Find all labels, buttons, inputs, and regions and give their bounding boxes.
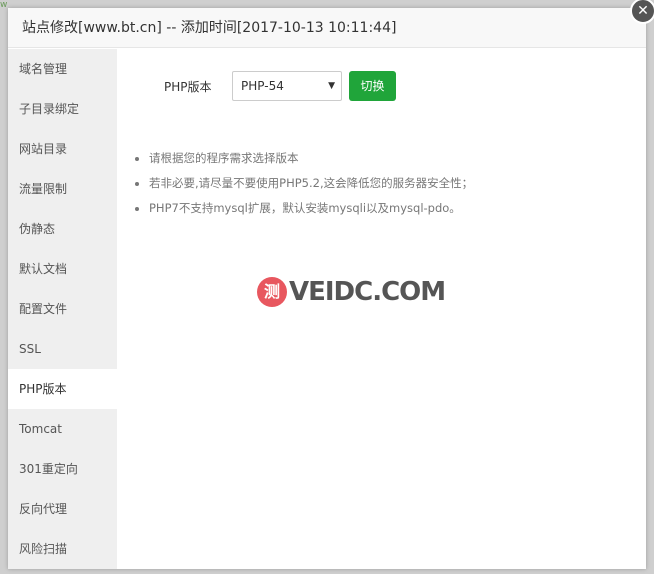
sidebar-item-domain-management[interactable]: 域名管理	[8, 49, 117, 89]
caret-down-icon: ▼	[328, 81, 335, 91]
sidebar-item-301-redirect[interactable]: 301重定向	[8, 449, 117, 489]
sidebar-item-tomcat[interactable]: Tomcat	[8, 409, 117, 449]
php-version-row: PHP版本 PHP-54 ▼ 切换	[164, 70, 396, 102]
sidebar-item-default-document[interactable]: 默认文档	[8, 249, 117, 289]
tip-item: 请根据您的程序需求选择版本	[149, 146, 473, 171]
sidebar-item-traffic-limit[interactable]: 流量限制	[8, 169, 117, 209]
dialog-title: 站点修改[www.bt.cn] -- 添加时间[2017-10-13 10:11…	[8, 8, 646, 48]
close-icon[interactable]: ✕	[630, 0, 654, 24]
php-version-label: PHP版本	[164, 79, 212, 94]
site-edit-dialog: 站点修改[www.bt.cn] -- 添加时间[2017-10-13 10:11…	[8, 8, 646, 569]
sidebar-item-php-version[interactable]: PHP版本	[8, 369, 117, 409]
watermark-badge: 测	[257, 277, 287, 307]
php-version-select[interactable]: PHP-54 ▼	[232, 71, 342, 101]
sidebar-item-ssl[interactable]: SSL	[8, 329, 117, 369]
tip-item: PHP7不支持mysql扩展，默认安装mysqli以及mysql-pdo。	[149, 196, 473, 221]
tips-list: 请根据您的程序需求选择版本 若非必要,请尽量不要使用PHP5.2,这会降低您的服…	[133, 146, 473, 221]
sidebar-item-rewrite[interactable]: 伪静态	[8, 209, 117, 249]
sidebar-item-reverse-proxy[interactable]: 反向代理	[8, 489, 117, 529]
php-version-selected-value: PHP-54	[241, 79, 284, 93]
sidebar-item-risk-scan[interactable]: 风险扫描	[8, 529, 117, 569]
sidebar-item-site-directory[interactable]: 网站目录	[8, 129, 117, 169]
sidebar-item-config-file[interactable]: 配置文件	[8, 289, 117, 329]
tip-item: 若非必要,请尽量不要使用PHP5.2,这会降低您的服务器安全性；	[149, 171, 473, 196]
watermark-text: VEIDC.COM	[289, 277, 446, 307]
settings-sidebar: 域名管理 子目录绑定 网站目录 流量限制 伪静态 默认文档 配置文件 SSL P…	[8, 49, 117, 569]
php-version-panel: PHP版本 PHP-54 ▼ 切换 请根据您的程序需求选择版本 若非必要,请尽量…	[117, 49, 646, 569]
switch-button[interactable]: 切换	[349, 71, 396, 101]
sidebar-item-subdirectory-binding[interactable]: 子目录绑定	[8, 89, 117, 129]
watermark-logo: 测 VEIDC.COM	[257, 277, 446, 307]
